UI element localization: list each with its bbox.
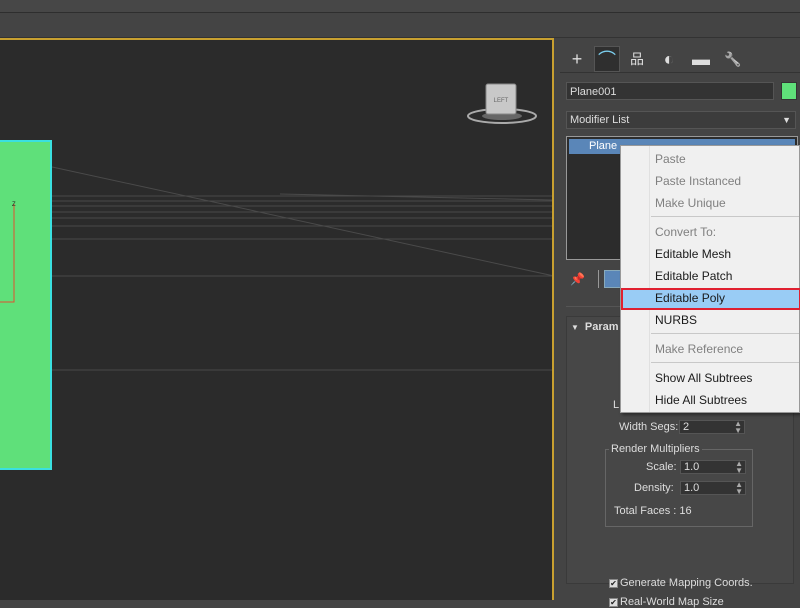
generate-mapping-checkbox[interactable]: ✔ <box>609 579 618 588</box>
stack-controls-divider <box>598 270 599 288</box>
spinner-arrows-icon[interactable]: ▲ ▼ <box>734 420 742 435</box>
density-value: 1.0 <box>684 482 700 494</box>
length-label: L <box>613 399 620 411</box>
menu-item-show-all-subtrees[interactable]: Show All Subtrees <box>621 368 800 388</box>
viewcube[interactable]: LEFT <box>464 82 540 126</box>
dropdown-arrow-icon: ▼ <box>782 115 791 125</box>
menu-item-convert-to-heading: Convert To: <box>655 225 717 239</box>
viewport-left[interactable]: Z LEFT <box>0 38 554 600</box>
tabs-divider <box>560 72 800 73</box>
menu-item-editable-patch[interactable]: Editable Patch <box>621 266 800 286</box>
menu-item-paste-instanced[interactable]: Paste Instanced <box>621 171 800 191</box>
width-segs-label: Width Segs: <box>619 421 679 433</box>
menu-item-nurbs[interactable]: NURBS <box>621 310 800 330</box>
menu-item-make-reference[interactable]: Make Reference <box>621 339 800 359</box>
hierarchy-icon[interactable]: 品 <box>624 46 650 72</box>
density-spinner[interactable]: 1.0 ▲ ▼ <box>680 481 746 496</box>
spinner-arrows-icon[interactable]: ▲ ▼ <box>735 460 743 475</box>
modify-curve-icon[interactable]: ⌒ <box>594 46 620 72</box>
motion-icon[interactable]: ◐ <box>656 46 682 72</box>
svg-text:Z: Z <box>12 202 16 208</box>
menu-separator <box>651 333 799 334</box>
total-faces-label: Total Faces : 16 <box>614 505 692 517</box>
object-color-swatch[interactable] <box>781 82 797 100</box>
command-panel-tabs: + ⌒ 品 ◐ ▬ 🔧 <box>560 46 800 74</box>
context-menu: Paste Paste Instanced Make Unique Conver… <box>620 145 800 413</box>
modifier-list-dropdown[interactable]: Modifier List ▼ <box>566 111 796 129</box>
menu-item-paste[interactable]: Paste <box>621 149 800 169</box>
display-monitor-icon[interactable]: ▬ <box>688 46 714 72</box>
title-bar <box>0 0 800 13</box>
menu-separator <box>651 216 799 217</box>
object-name-field[interactable]: Plane001 <box>566 82 774 100</box>
scale-value: 1.0 <box>684 461 700 473</box>
menu-separator <box>651 362 799 363</box>
real-world-map-size-label: Real-World Map Size <box>620 596 724 608</box>
menu-item-editable-mesh[interactable]: Editable Mesh <box>621 244 800 264</box>
menu-item-make-unique[interactable]: Make Unique <box>621 193 800 213</box>
render-multipliers-title: Render Multipliers <box>609 443 702 455</box>
width-segs-spinner[interactable]: 2 ▲ ▼ <box>679 420 745 435</box>
width-segs-value: 2 <box>683 421 690 433</box>
plus-icon[interactable]: + <box>564 46 590 72</box>
wrench-icon[interactable]: 🔧 <box>720 46 746 72</box>
menu-item-editable-poly[interactable]: Editable Poly <box>621 288 800 310</box>
scale-spinner[interactable]: 1.0 ▲ ▼ <box>680 460 746 475</box>
menu-item-hide-all-subtrees[interactable]: Hide All Subtrees <box>621 390 800 410</box>
spinner-arrows-icon[interactable]: ▲ ▼ <box>735 481 743 496</box>
render-multipliers-group: Render Multipliers Scale: 1.0 ▲ ▼ Density… <box>605 443 753 527</box>
pin-stack-icon[interactable]: 📌 <box>570 272 585 286</box>
modifier-list-label: Modifier List <box>570 114 630 126</box>
parameters-rollout-header[interactable]: ▼ Param <box>571 321 619 333</box>
viewcube-label: LEFT <box>494 98 509 104</box>
main-toolbar <box>0 13 800 38</box>
real-world-map-size-checkbox[interactable]: ✔ <box>609 598 618 607</box>
rollout-title: Param <box>584 321 619 333</box>
collapse-triangle-icon: ▼ <box>571 323 579 332</box>
density-label: Density: <box>634 482 674 494</box>
generate-mapping-label: Generate Mapping Coords. <box>620 577 753 589</box>
scale-label: Scale: <box>646 461 677 473</box>
